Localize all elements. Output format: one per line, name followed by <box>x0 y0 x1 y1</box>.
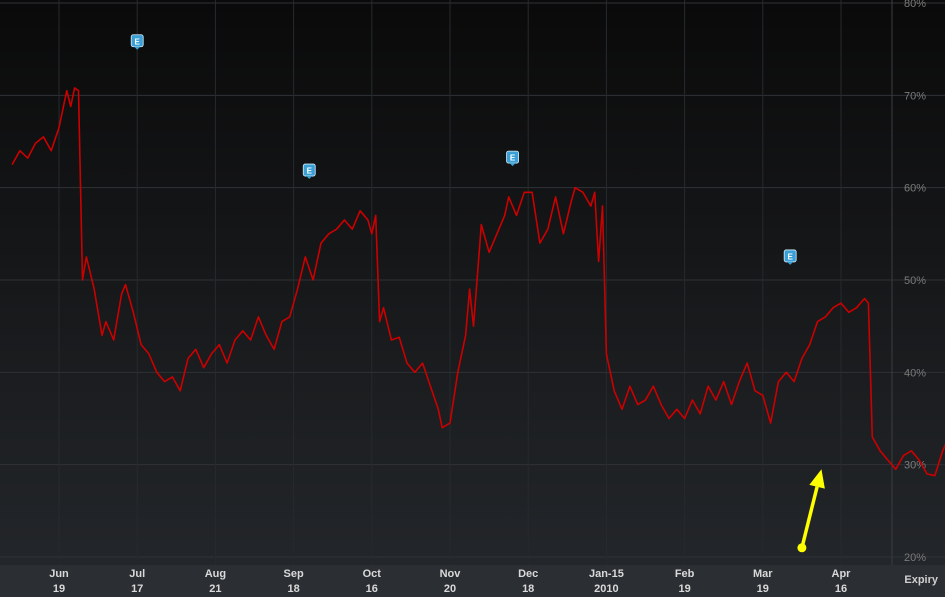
y-tick-label: 80% <box>904 0 926 10</box>
y-tick-label: 60% <box>904 183 926 195</box>
x-tick-day: 16 <box>366 583 378 595</box>
x-tick-month: Jul <box>129 568 145 580</box>
x-tick-day: 19 <box>53 583 65 595</box>
earnings-marker-label: E <box>307 167 313 176</box>
x-tick-day: 17 <box>131 583 143 595</box>
plot-background <box>0 0 945 565</box>
x-tick-month: Jun <box>49 568 69 580</box>
x-tick-day: 18 <box>287 583 299 595</box>
x-tick-day: 19 <box>678 583 690 595</box>
implied-volatility-chart: 80%70%60%50%40%30%20% Jun19Jul17Aug21Sep… <box>0 0 945 597</box>
x-tick-day: 18 <box>522 583 534 595</box>
x-tick-month: Jan-15 <box>589 568 624 580</box>
x-tick-day: 21 <box>209 583 221 595</box>
x-tick-month: Feb <box>675 568 695 580</box>
x-tick-month: Mar <box>753 568 773 580</box>
x-axis-label: Expiry <box>904 574 939 586</box>
x-tick-month: Dec <box>518 568 538 580</box>
x-tick-month: Oct <box>363 568 382 580</box>
earnings-marker-label: E <box>787 252 793 261</box>
x-tick-month: Nov <box>440 568 462 580</box>
earnings-marker-label: E <box>135 37 141 46</box>
y-tick-label: 70% <box>904 90 926 102</box>
y-tick-label: 20% <box>904 552 926 564</box>
x-tick-day: 19 <box>757 583 769 595</box>
earnings-marker-label: E <box>510 154 516 163</box>
x-tick-day: 16 <box>835 583 847 595</box>
x-tick-day: 2010 <box>594 583 618 595</box>
x-tick-month: Sep <box>284 568 304 580</box>
x-tick-day: 20 <box>444 583 456 595</box>
y-tick-label: 40% <box>904 367 926 379</box>
x-tick-month: Aug <box>205 568 226 580</box>
y-tick-label: 50% <box>904 275 926 287</box>
x-tick-month: Apr <box>832 568 852 580</box>
